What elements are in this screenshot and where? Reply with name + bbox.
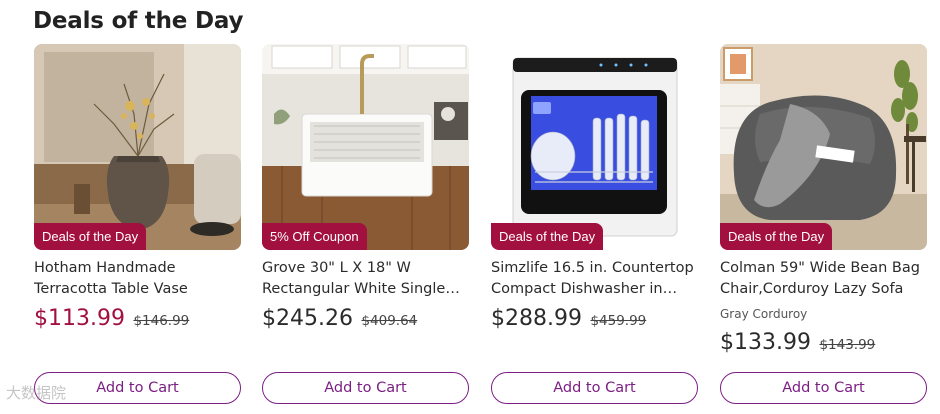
original-price: $143.99 (819, 337, 876, 353)
add-to-cart-button[interactable]: Add to Cart (720, 372, 927, 404)
product-card[interactable]: 5% Off Coupon Grove 30" L X 18" W Rectan… (262, 44, 469, 410)
product-card[interactable]: Deals of the Day Hotham Handmade Terraco… (34, 44, 241, 410)
coupon-badge: 5% Off Coupon (262, 223, 367, 250)
add-to-cart-button[interactable]: Add to Cart (491, 372, 698, 404)
product-card[interactable]: Deals of the Day Simzlife 16.5 in. Count… (491, 44, 698, 410)
price-row: $288.99 $459.99 (491, 306, 646, 331)
product-image[interactable]: 5% Off Coupon (262, 44, 469, 250)
section-title: Deals of the Day (33, 8, 244, 34)
current-price: $133.99 (720, 330, 811, 355)
product-name[interactable]: Simzlife 16.5 in. Countertop Compact Dis… (491, 258, 698, 300)
deal-badge: Deals of the Day (491, 223, 604, 250)
price-row: $245.26 $409.64 (262, 306, 417, 331)
current-price: $113.99 (34, 306, 125, 331)
product-name[interactable]: Grove 30" L X 18" W Rectangular White Si… (262, 258, 469, 300)
price-row: $113.99 $146.99 (34, 306, 189, 331)
product-name[interactable]: Colman 59" Wide Bean Bag Chair,Corduroy … (720, 258, 927, 300)
product-card[interactable]: Deals of the Day Colman 59" Wide Bean Ba… (720, 44, 927, 410)
original-price: $459.99 (590, 313, 647, 329)
product-image[interactable]: Deals of the Day (491, 44, 698, 250)
original-price: $146.99 (133, 313, 190, 329)
watermark-text: 大数据院 (6, 384, 67, 402)
product-image[interactable]: Deals of the Day (34, 44, 241, 250)
current-price: $288.99 (491, 306, 582, 331)
deal-badge: Deals of the Day (34, 223, 147, 250)
add-to-cart-button[interactable]: Add to Cart (262, 372, 469, 404)
current-price: $245.26 (262, 306, 353, 331)
product-name[interactable]: Hotham Handmade Terracotta Table Vase (34, 258, 241, 300)
deal-badge: Deals of the Day (720, 223, 833, 250)
price-row: $133.99 $143.99 (720, 330, 875, 355)
product-image[interactable]: Deals of the Day (720, 44, 927, 250)
original-price: $409.64 (361, 313, 418, 329)
product-variant: Gray Corduroy (720, 307, 808, 321)
